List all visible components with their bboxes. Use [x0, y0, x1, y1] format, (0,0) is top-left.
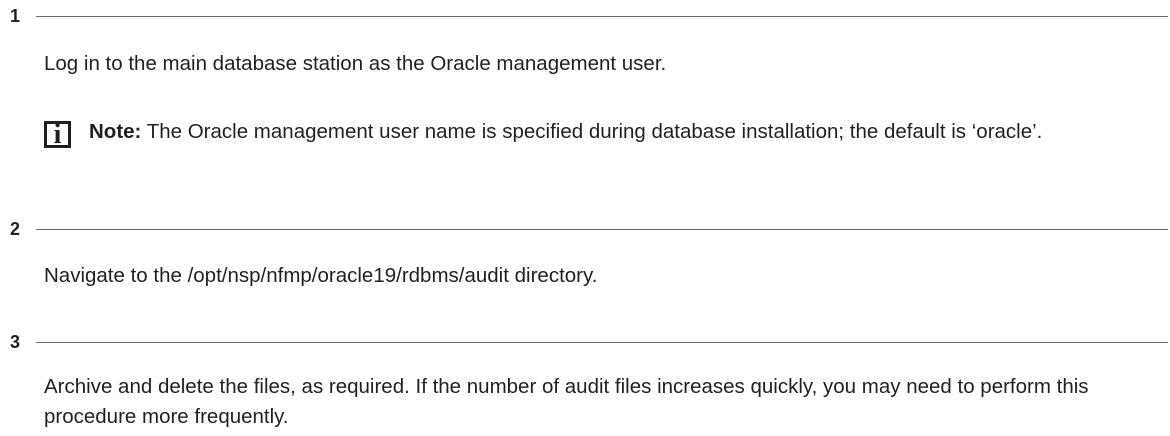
info-icon: i	[44, 121, 71, 149]
step-divider	[36, 229, 1168, 230]
step-3: 3 Archive and delete the files, as requi…	[0, 330, 1170, 436]
note-text: Note: The Oracle management user name is…	[89, 117, 1154, 147]
step-divider	[36, 16, 1168, 17]
step-number: 1	[10, 6, 21, 26]
step-divider	[36, 342, 1168, 343]
step-instruction: Log in to the main database station as t…	[44, 52, 667, 75]
note-block: i Note: The Oracle management user name …	[44, 120, 1154, 185]
step-instruction: Archive and delete the files, as require…	[44, 375, 1089, 428]
step-number: 2	[10, 219, 21, 239]
note-label: Note:	[89, 120, 142, 143]
step-2: 2 Navigate to the /opt/nsp/nfmp/oracle19…	[0, 217, 1170, 297]
step-instruction: Navigate to the /opt/nsp/nfmp/oracle19/r…	[44, 264, 598, 287]
step-number: 3	[10, 332, 21, 352]
step-header: 1	[0, 4, 1170, 28]
step-1: 1 Log in to the main database station as…	[0, 4, 1170, 204]
step-header: 2	[0, 217, 1170, 241]
note-body: The Oracle management user name is speci…	[141, 120, 1043, 143]
step-header: 3	[0, 330, 1170, 354]
